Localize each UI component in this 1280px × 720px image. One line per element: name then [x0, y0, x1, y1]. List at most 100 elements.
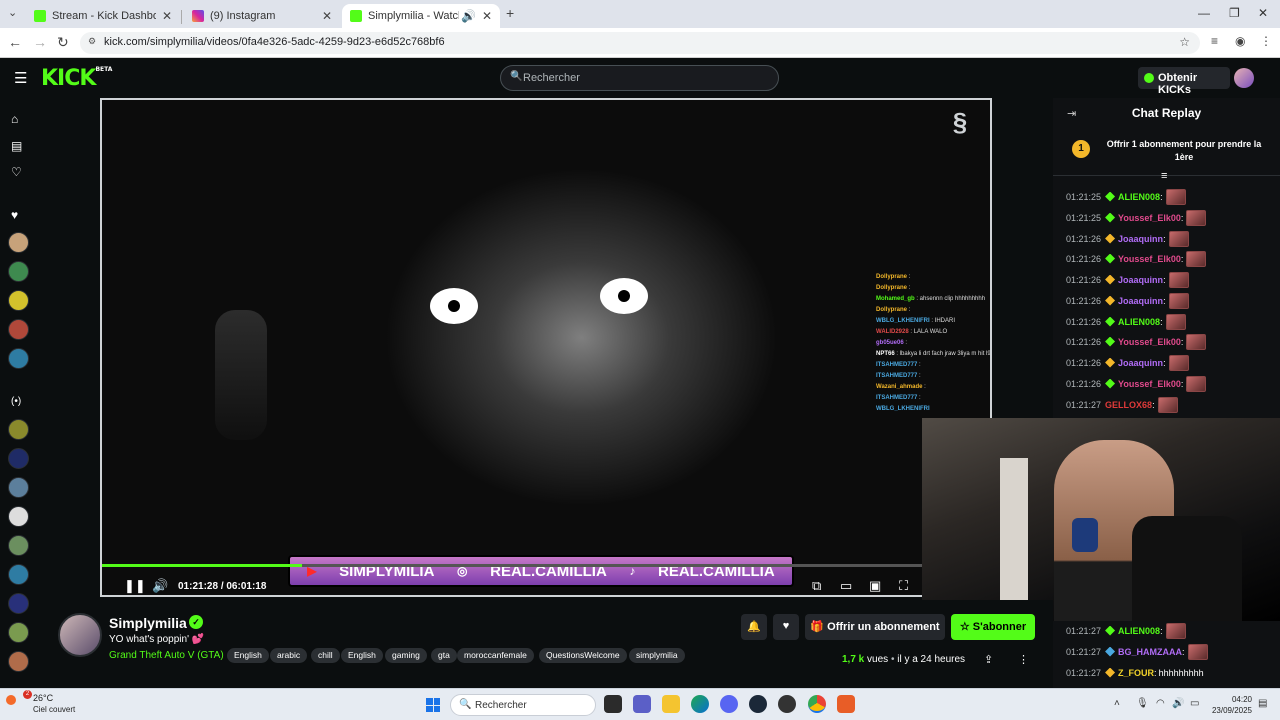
taskbar-search-input[interactable]: 🔍 Rechercher [450, 694, 596, 716]
sidebar-channel-avatar[interactable] [8, 290, 29, 311]
minimize-icon[interactable]: — [1198, 6, 1210, 20]
task-view-icon[interactable] [604, 695, 622, 713]
subscribe-button[interactable]: ☆ S'abonner [951, 614, 1035, 640]
notification-bell-button[interactable]: 🔔 [741, 614, 767, 640]
app-icon[interactable] [837, 695, 855, 713]
weather-icon[interactable] [6, 695, 16, 705]
chat-username[interactable]: ALIEN008 [1118, 626, 1160, 636]
more-options-icon[interactable]: ⋮ [1018, 653, 1029, 666]
chat-message[interactable]: 01:21:26 Youssef_Elk00: [1066, 333, 1207, 350]
chat-username[interactable]: Youssef_Elk00 [1118, 379, 1181, 389]
chat-message[interactable]: 01:21:25 ALIEN008: [1066, 188, 1186, 205]
new-tab-icon[interactable]: + [506, 5, 514, 21]
teams-icon[interactable] [633, 695, 651, 713]
stream-tag[interactable]: English [227, 648, 269, 663]
speaker-icon[interactable]: 🔊 [1172, 698, 1184, 709]
chat-username[interactable]: ALIEN008 [1118, 192, 1160, 202]
tab-instagram[interactable]: (9) Instagram ✕ [184, 4, 340, 28]
pip-icon[interactable]: ▣ [869, 578, 881, 594]
chat-filter-icon[interactable]: ≡ [1161, 170, 1167, 182]
back-icon[interactable]: ← [8, 34, 22, 50]
sidebar-channel-avatar[interactable] [8, 506, 29, 527]
bookmark-star-icon[interactable]: ☆ [1179, 35, 1190, 49]
sidebar-channel-avatar[interactable] [8, 535, 29, 556]
sidebar-channel-avatar[interactable] [8, 593, 29, 614]
favorites-heart-icon[interactable]: ♥ [11, 208, 18, 222]
chat-message[interactable]: 01:21:25 Youssef_Elk00: [1066, 209, 1207, 226]
discord-icon[interactable] [720, 695, 738, 713]
sidebar-channel-avatar[interactable] [8, 651, 29, 672]
close-tab-icon[interactable]: ✕ [162, 9, 172, 23]
hamburger-menu-icon[interactable]: ☰ [14, 69, 27, 87]
sidebar-channel-avatar[interactable] [8, 622, 29, 643]
chat-username[interactable]: GELLOX68 [1105, 400, 1152, 410]
sidebar-channel-avatar[interactable] [8, 477, 29, 498]
video-player[interactable]: § Dollyprane : Dollyprane : Mohamed_gb : a… [100, 98, 992, 597]
chat-message[interactable]: 01:21:27 BG_HAMZAAA: [1066, 643, 1208, 660]
gift-leaderboard-banner[interactable]: 1 Offrir 1 abonnement pour prendre la 1è… [1053, 128, 1280, 176]
stream-tag[interactable]: QuestionsWelcome [539, 648, 627, 663]
theater-mode-icon[interactable]: ▭ [840, 578, 852, 594]
user-avatar[interactable] [1234, 68, 1254, 88]
windows-start-icon[interactable] [426, 698, 440, 712]
chat-username[interactable]: Youssef_Elk00 [1118, 337, 1181, 347]
browser-menu-icon[interactable]: ⋮ [1260, 34, 1272, 48]
clip-icon[interactable]: ⧉ [812, 578, 821, 594]
chrome-icon[interactable] [808, 695, 826, 713]
stream-category-link[interactable]: Grand Theft Auto V (GTA) [109, 650, 224, 661]
stream-tag[interactable]: gta [431, 648, 457, 663]
get-kicks-button[interactable]: Obtenir KICKs [1138, 67, 1230, 96]
edge-icon[interactable] [691, 695, 709, 713]
sidebar-channel-avatar[interactable] [8, 232, 29, 253]
browse-icon[interactable]: ▤ [11, 139, 22, 153]
stream-tag[interactable]: chill [311, 648, 340, 663]
share-icon[interactable]: ⇪ [984, 653, 993, 666]
fullscreen-icon[interactable]: ⛶ [899, 578, 908, 594]
follow-heart-button[interactable]: ♥ [773, 614, 799, 640]
sidebar-channel-avatar[interactable] [8, 419, 29, 440]
pause-icon[interactable]: ❚❚ [124, 578, 146, 594]
notifications-icon[interactable]: ▤ [1258, 698, 1267, 709]
stream-tag[interactable]: moroccanfemale [457, 648, 534, 663]
home-icon[interactable]: ⌂ [11, 112, 18, 126]
search-input[interactable]: 🔍 Rechercher [500, 65, 779, 91]
file-explorer-icon[interactable] [662, 695, 680, 713]
chat-username[interactable]: BG_HAMZAAA [1118, 647, 1182, 657]
chat-username[interactable]: Joaaquinn [1118, 275, 1163, 285]
progress-bar[interactable] [102, 564, 990, 567]
media-control-icon[interactable]: ≡ [1211, 34, 1218, 48]
steam-icon[interactable] [749, 695, 767, 713]
chat-message[interactable]: 01:21:26 Joaaquinn: [1066, 292, 1189, 309]
reload-icon[interactable]: ↻ [57, 34, 69, 51]
weather-widget[interactable]: 26°C Ciel couvert [33, 693, 75, 715]
chat-username[interactable]: Joaaquinn [1118, 296, 1163, 306]
chat-message[interactable]: 01:21:26 ALIEN008: [1066, 313, 1186, 330]
chat-message[interactable]: 01:21:27 Z_FOUR: hhhhhhhhh [1066, 664, 1204, 681]
chat-message[interactable]: 01:21:27 GELLOX68: [1066, 396, 1178, 413]
sidebar-channel-avatar[interactable] [8, 261, 29, 282]
kick-logo[interactable]: KICKBETA [41, 66, 112, 91]
sidebar-channel-avatar[interactable] [8, 564, 29, 585]
chat-message[interactable]: 01:21:27 ALIEN008: [1066, 622, 1186, 639]
stream-tag[interactable]: simplymilia [629, 648, 685, 663]
show-hidden-icons-icon[interactable]: ˄ [1114, 698, 1120, 709]
close-tab-icon[interactable]: ✕ [322, 9, 332, 23]
profile-icon[interactable]: ◉ [1235, 34, 1245, 48]
chat-username[interactable]: Youssef_Elk00 [1118, 254, 1181, 264]
chat-username[interactable]: Youssef_Elk00 [1118, 213, 1181, 223]
taskbar-clock[interactable]: 04:20 23/09/2025 [1208, 694, 1252, 716]
obs-icon[interactable] [778, 695, 796, 713]
chat-message[interactable]: 01:21:26 Youssef_Elk00: [1066, 375, 1207, 392]
chat-message[interactable]: 01:21:26 Joaaquinn: [1066, 271, 1189, 288]
tab-kick-dashboard[interactable]: Stream - Kick Dashboard ✕ [26, 4, 180, 28]
stream-tag[interactable]: arabic [270, 648, 308, 663]
streamer-avatar[interactable] [58, 613, 102, 657]
sidebar-channel-avatar[interactable] [8, 448, 29, 469]
volume-icon[interactable]: 🔊 [152, 578, 168, 594]
stream-tag[interactable]: gaming [385, 648, 427, 663]
wifi-icon[interactable]: ◠ [1156, 698, 1165, 709]
microphone-icon[interactable]: 🎙 [1136, 698, 1149, 709]
forward-icon[interactable]: → [33, 34, 47, 50]
restore-icon[interactable]: ❐ [1229, 6, 1240, 20]
chat-message[interactable]: 01:21:26 Joaaquinn: [1066, 354, 1189, 371]
